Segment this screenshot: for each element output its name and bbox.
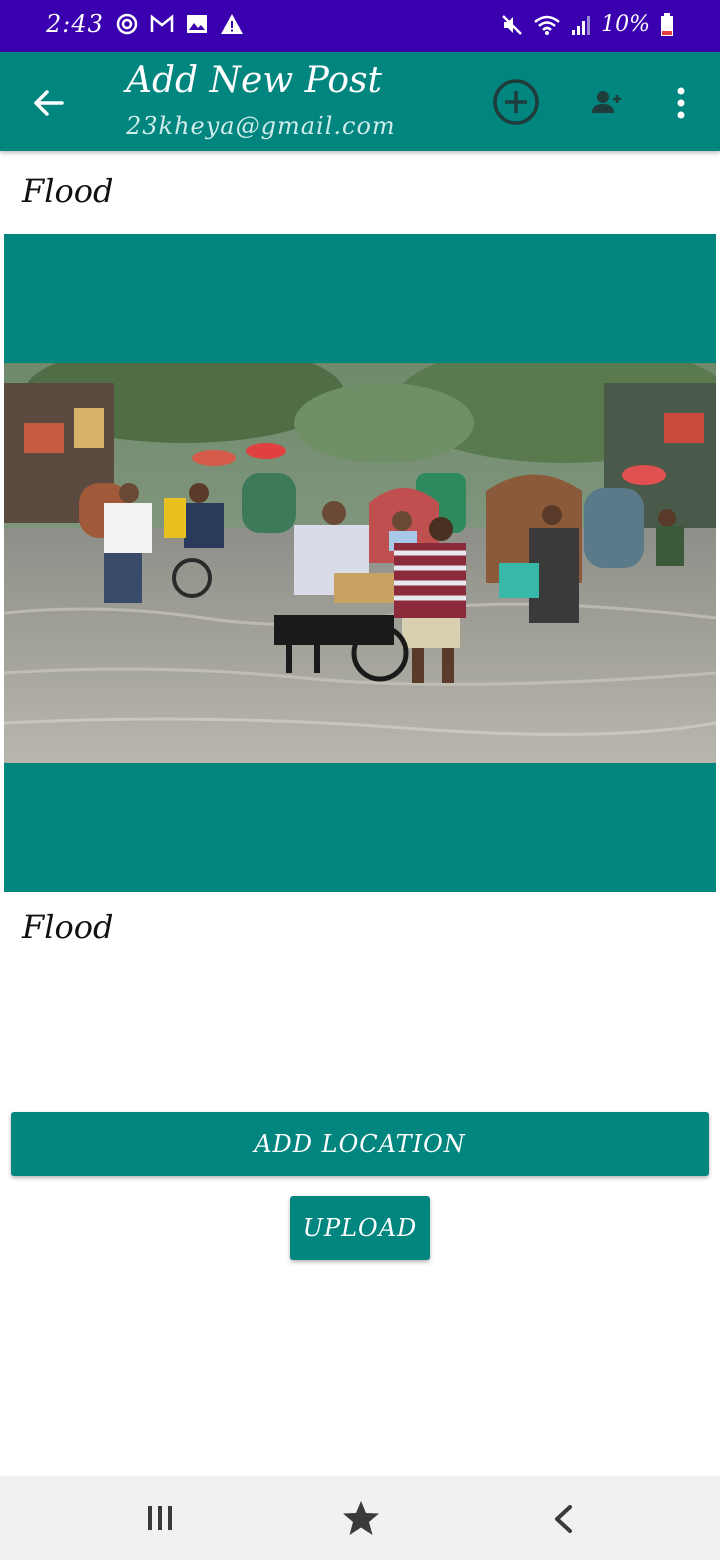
post-image-container[interactable] bbox=[4, 234, 716, 892]
more-vert-icon[interactable] bbox=[670, 86, 692, 120]
add-circle-icon[interactable] bbox=[492, 78, 540, 126]
app-title: Add New Post bbox=[126, 60, 382, 101]
battery-icon bbox=[661, 12, 673, 36]
signal-icon bbox=[572, 15, 591, 35]
status-bar: 2:43 10% bbox=[0, 0, 720, 52]
back-icon[interactable] bbox=[552, 1504, 574, 1534]
add-user-icon[interactable] bbox=[592, 90, 622, 114]
upload-button[interactable]: UPLOAD bbox=[290, 1196, 430, 1260]
status-bar-right: 10% bbox=[501, 12, 674, 37]
gmail-icon bbox=[150, 14, 174, 32]
flood-photo bbox=[4, 363, 716, 763]
status-time: 2:43 bbox=[46, 10, 104, 38]
post-description-input[interactable]: Flood bbox=[22, 908, 698, 952]
post-title-input[interactable]: Flood bbox=[22, 172, 698, 216]
app-subtitle-email: 23kheya@gmail.com bbox=[126, 112, 396, 140]
system-nav-bar bbox=[0, 1476, 720, 1560]
battery-percent: 10% bbox=[601, 12, 650, 37]
add-location-button[interactable]: ADD LOCATION bbox=[11, 1112, 709, 1176]
warning-icon bbox=[220, 14, 243, 34]
recents-icon[interactable] bbox=[146, 1504, 174, 1532]
wifi-icon bbox=[534, 15, 560, 35]
back-arrow-icon[interactable] bbox=[32, 86, 66, 120]
home-icon[interactable] bbox=[342, 1500, 380, 1536]
status-bar-left: 2:43 bbox=[46, 10, 244, 38]
app-bar: Add New Post 23kheya@gmail.com bbox=[0, 52, 720, 151]
mute-icon bbox=[502, 14, 522, 35]
gallery-icon bbox=[186, 15, 207, 33]
sync-icon bbox=[116, 13, 138, 35]
